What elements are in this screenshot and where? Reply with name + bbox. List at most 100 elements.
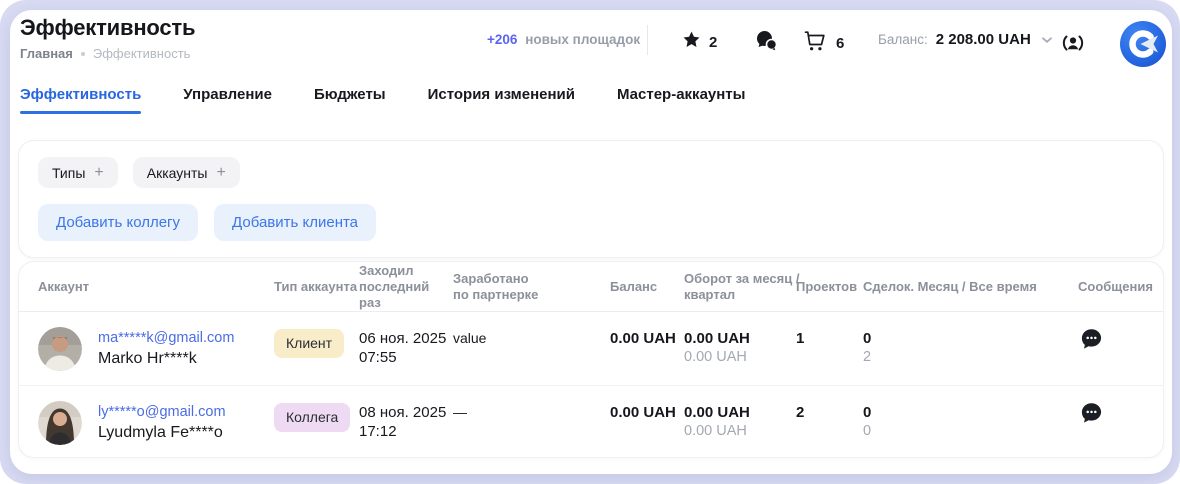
account-email-link[interactable]: ma*****k@gmail.com xyxy=(98,328,234,348)
deals-cell: 0 2 xyxy=(863,312,1053,385)
breadcrumb-current: Эффективность xyxy=(93,46,191,61)
table-row[interactable]: ly*****o@gmail.com Lyudmyla Fe****o Колл… xyxy=(19,385,1163,458)
tab-bar: Эффективность Управление Бюджеты История… xyxy=(20,86,745,114)
balance-dropdown[interactable]: Баланс: 2 208.00 UAH xyxy=(878,31,1053,48)
star-icon xyxy=(682,30,701,54)
account-name: Lyudmyla Fe****o xyxy=(98,422,226,444)
deals-cell: 0 0 xyxy=(863,386,1053,458)
last-visit-cell: 06 ноя. 2025 07:55 xyxy=(359,312,454,385)
table-row[interactable]: ma*****k@gmail.com Marko Hr****k Клиент … xyxy=(19,312,1163,385)
avatar xyxy=(38,386,82,458)
message-button[interactable] xyxy=(1078,326,1105,353)
chat-bubbles-icon xyxy=(755,30,778,56)
turnover-month: 0.00 UAH xyxy=(684,403,799,422)
projects-count: 2 xyxy=(796,404,804,421)
turnover-cell: 0.00 UAH 0.00 UAH xyxy=(684,312,799,385)
app-background: Эффективность Главная Эффективность +206… xyxy=(0,0,1180,484)
plus-icon: + xyxy=(94,164,103,182)
breadcrumb-separator xyxy=(81,52,85,56)
balance-cell: 0.00 UAH xyxy=(610,312,690,385)
cart-count: 6 xyxy=(836,35,844,52)
chats-button[interactable] xyxy=(755,30,778,56)
tab-effectiveness[interactable]: Эффективность xyxy=(20,86,141,114)
account-type-badge: Клиент xyxy=(274,329,344,358)
new-sites-label: новых площадок xyxy=(525,32,640,47)
account-name: Marko Hr****k xyxy=(98,348,234,370)
col-last-visit: Заходил последний раз xyxy=(359,262,454,312)
partner-earnings-value: — xyxy=(453,404,467,420)
message-bubble-icon xyxy=(1078,400,1105,427)
filter-chip-accounts-label: Аккаунты xyxy=(147,165,208,181)
filter-chip-types[interactable]: Типы + xyxy=(38,157,118,188)
deals-alltime: 0 xyxy=(863,422,1053,441)
avatar xyxy=(38,312,82,385)
balance-amount: 0.00 UAH xyxy=(610,404,676,421)
filter-chips: Типы + Аккаунты + xyxy=(38,157,240,188)
filter-chip-types-label: Типы xyxy=(52,165,85,181)
col-messages: Сообщения xyxy=(1078,262,1158,312)
col-projects: Проектов xyxy=(796,262,866,312)
col-account: Аккаунт xyxy=(38,262,89,312)
message-bubble-icon xyxy=(1078,326,1105,353)
breadcrumb-home-link[interactable]: Главная xyxy=(20,46,73,61)
messages-cell xyxy=(1078,386,1148,458)
turnover-quarter: 0.00 UAH xyxy=(684,422,799,441)
filter-chip-accounts[interactable]: Аккаунты + xyxy=(133,157,240,188)
tab-management[interactable]: Управление xyxy=(183,86,272,114)
tab-master-accounts[interactable]: Мастер-аккаунты xyxy=(617,86,745,114)
turnover-cell: 0.00 UAH 0.00 UAH xyxy=(684,386,799,458)
table-header: Аккаунт Тип аккаунта Заходил последний р… xyxy=(19,262,1163,312)
cart-icon xyxy=(804,30,828,57)
last-visit-time: 07:55 xyxy=(359,348,454,367)
balance-value: 2 208.00 UAH xyxy=(936,31,1031,48)
new-sites-count: +206 xyxy=(487,32,517,47)
turnover-month: 0.00 UAH xyxy=(684,329,799,348)
account-email-link[interactable]: ly*****o@gmail.com xyxy=(98,402,226,422)
turnover-quarter: 0.00 UAH xyxy=(684,348,799,367)
favorites-button[interactable]: 2 xyxy=(682,30,717,54)
account-type-cell: Коллега xyxy=(274,386,350,458)
account-cell: ma*****k@gmail.com Marko Hr****k xyxy=(98,312,234,385)
account-type-badge: Коллега xyxy=(274,403,350,432)
last-visit-date: 08 ноя. 2025 xyxy=(359,403,454,422)
partner-earnings-cell: value xyxy=(453,312,553,385)
breadcrumb: Главная Эффективность xyxy=(20,46,190,61)
page-title: Эффективность xyxy=(20,15,195,41)
accounts-table: Аккаунт Тип аккаунта Заходил последний р… xyxy=(18,261,1164,458)
account-cell: ly*****o@gmail.com Lyudmyla Fe****o xyxy=(98,386,226,458)
deals-month: 0 xyxy=(863,329,1053,348)
projects-cell: 1 xyxy=(796,312,856,385)
messages-cell xyxy=(1078,312,1148,385)
col-deals: Сделок. Месяц / Все время xyxy=(863,262,1063,312)
brand-logo[interactable] xyxy=(1120,21,1166,67)
tab-budgets[interactable]: Бюджеты xyxy=(314,86,386,114)
balance-amount: 0.00 UAH xyxy=(610,330,676,347)
page-card: Эффективность Главная Эффективность +206… xyxy=(10,10,1172,474)
filters-card: Типы + Аккаунты + Добавить коллегу Добав… xyxy=(18,140,1164,258)
partner-earnings-value: value xyxy=(453,330,486,346)
balance-label: Баланс: xyxy=(878,32,928,47)
account-type-cell: Клиент xyxy=(274,312,344,385)
col-balance: Баланс xyxy=(610,262,680,312)
deals-alltime: 2 xyxy=(863,348,1053,367)
header-divider xyxy=(647,25,648,55)
message-button[interactable] xyxy=(1078,400,1105,427)
page-header: Эффективность Главная Эффективность +206… xyxy=(10,10,1172,82)
chevron-down-icon xyxy=(1041,36,1053,44)
new-sites-link[interactable]: +206 новых площадок xyxy=(487,32,640,47)
projects-cell: 2 xyxy=(796,386,856,458)
add-client-button[interactable]: Добавить клиента xyxy=(214,204,376,241)
balance-cell: 0.00 UAH xyxy=(610,386,690,458)
partner-earnings-cell: — xyxy=(453,386,553,458)
deals-month: 0 xyxy=(863,403,1053,422)
projects-count: 1 xyxy=(796,330,804,347)
cart-button[interactable]: 6 xyxy=(804,30,844,57)
last-visit-time: 17:12 xyxy=(359,422,454,441)
col-turnover: Оборот за месяц / квартал xyxy=(684,262,804,312)
user-broadcast-icon[interactable] xyxy=(1060,30,1086,61)
last-visit-date: 06 ноя. 2025 xyxy=(359,329,454,348)
last-visit-cell: 08 ноя. 2025 17:12 xyxy=(359,386,454,458)
col-partner-earnings: Заработано по партнерке xyxy=(453,262,545,312)
add-colleague-button[interactable]: Добавить коллегу xyxy=(38,204,198,241)
tab-change-history[interactable]: История изменений xyxy=(428,86,575,114)
